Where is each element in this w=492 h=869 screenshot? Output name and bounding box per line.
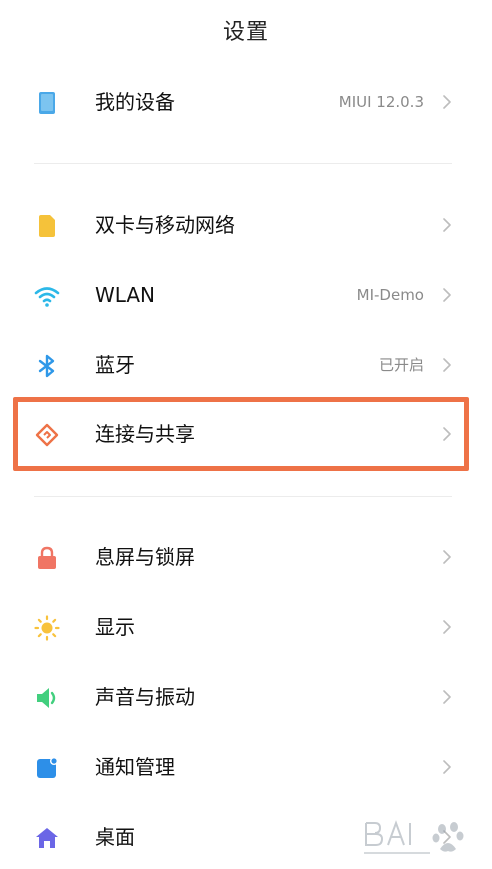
row-value: MIUI 12.0.3 bbox=[338, 93, 424, 111]
row-label: 双卡与移动网络 bbox=[95, 213, 235, 237]
row-label: WLAN bbox=[95, 283, 156, 307]
home-icon bbox=[34, 825, 60, 851]
settings-row-display[interactable]: 显示 bbox=[0, 596, 492, 658]
notification-icon bbox=[34, 755, 60, 781]
chevron-right-icon bbox=[440, 760, 454, 774]
settings-row-bluetooth[interactable]: 蓝牙 已开启 bbox=[0, 334, 492, 396]
baidu-watermark bbox=[360, 815, 470, 859]
page-title: 设置 bbox=[222, 20, 269, 45]
row-label: 息屏与锁屏 bbox=[95, 545, 195, 569]
row-label: 声音与振动 bbox=[95, 685, 195, 709]
settings-row-sound-vibration[interactable]: 声音与振动 bbox=[0, 666, 492, 728]
row-label: 显示 bbox=[95, 615, 135, 639]
settings-row-my-device[interactable]: 我的设备 MIUI 12.0.3 bbox=[0, 71, 492, 133]
bluetooth-icon bbox=[34, 353, 60, 379]
sim-card-icon bbox=[34, 213, 60, 239]
speaker-icon bbox=[34, 685, 60, 711]
wifi-icon bbox=[34, 283, 60, 309]
sun-icon bbox=[34, 615, 60, 641]
row-value: 已开启 bbox=[378, 356, 424, 374]
row-label: 通知管理 bbox=[95, 755, 175, 779]
chevron-right-icon bbox=[440, 550, 454, 564]
highlight-frame bbox=[13, 397, 469, 471]
row-value: MI-Demo bbox=[356, 286, 424, 304]
chevron-right-icon bbox=[440, 218, 454, 232]
lock-icon bbox=[34, 545, 60, 571]
row-label: 我的设备 bbox=[95, 90, 175, 114]
tablet-icon bbox=[34, 90, 60, 116]
settings-row-notifications[interactable]: 通知管理 bbox=[0, 736, 492, 798]
chevron-right-icon bbox=[440, 288, 454, 302]
settings-row-wlan[interactable]: WLAN MI-Demo bbox=[0, 264, 492, 326]
settings-row-sim-network[interactable]: 双卡与移动网络 bbox=[0, 194, 492, 256]
chevron-right-icon bbox=[440, 95, 454, 109]
chevron-right-icon bbox=[440, 358, 454, 372]
section-divider bbox=[34, 496, 452, 497]
settings-row-lock-screen[interactable]: 息屏与锁屏 bbox=[0, 526, 492, 588]
section-divider bbox=[34, 163, 452, 164]
row-label: 桌面 bbox=[95, 825, 135, 849]
chevron-right-icon bbox=[440, 690, 454, 704]
chevron-right-icon bbox=[440, 620, 454, 634]
row-label: 蓝牙 bbox=[95, 353, 135, 377]
